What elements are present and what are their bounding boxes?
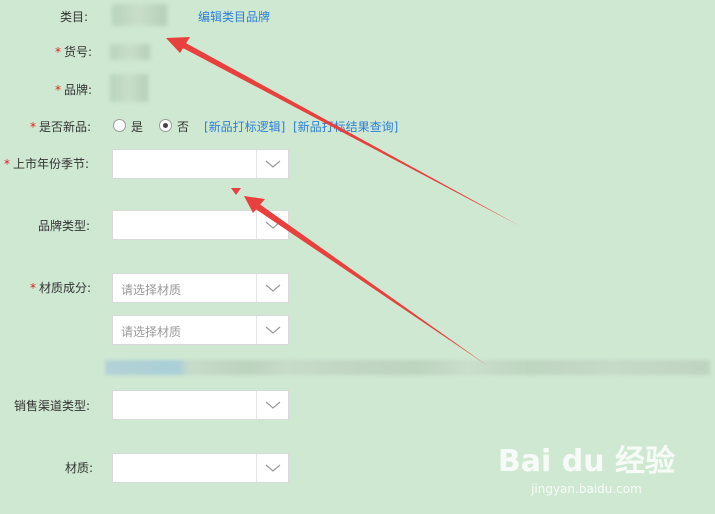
watermark-sub: jingyan.baidu.com [531, 482, 642, 496]
red-marker-icon [231, 188, 241, 195]
red-arrow-icon [166, 37, 520, 226]
baidu-jingyan-watermark: Bai du 经验 jingyan.baidu.com [498, 436, 675, 496]
red-arrow-icon [244, 196, 488, 366]
watermark-main: Bai du 经验 [497, 444, 675, 479]
